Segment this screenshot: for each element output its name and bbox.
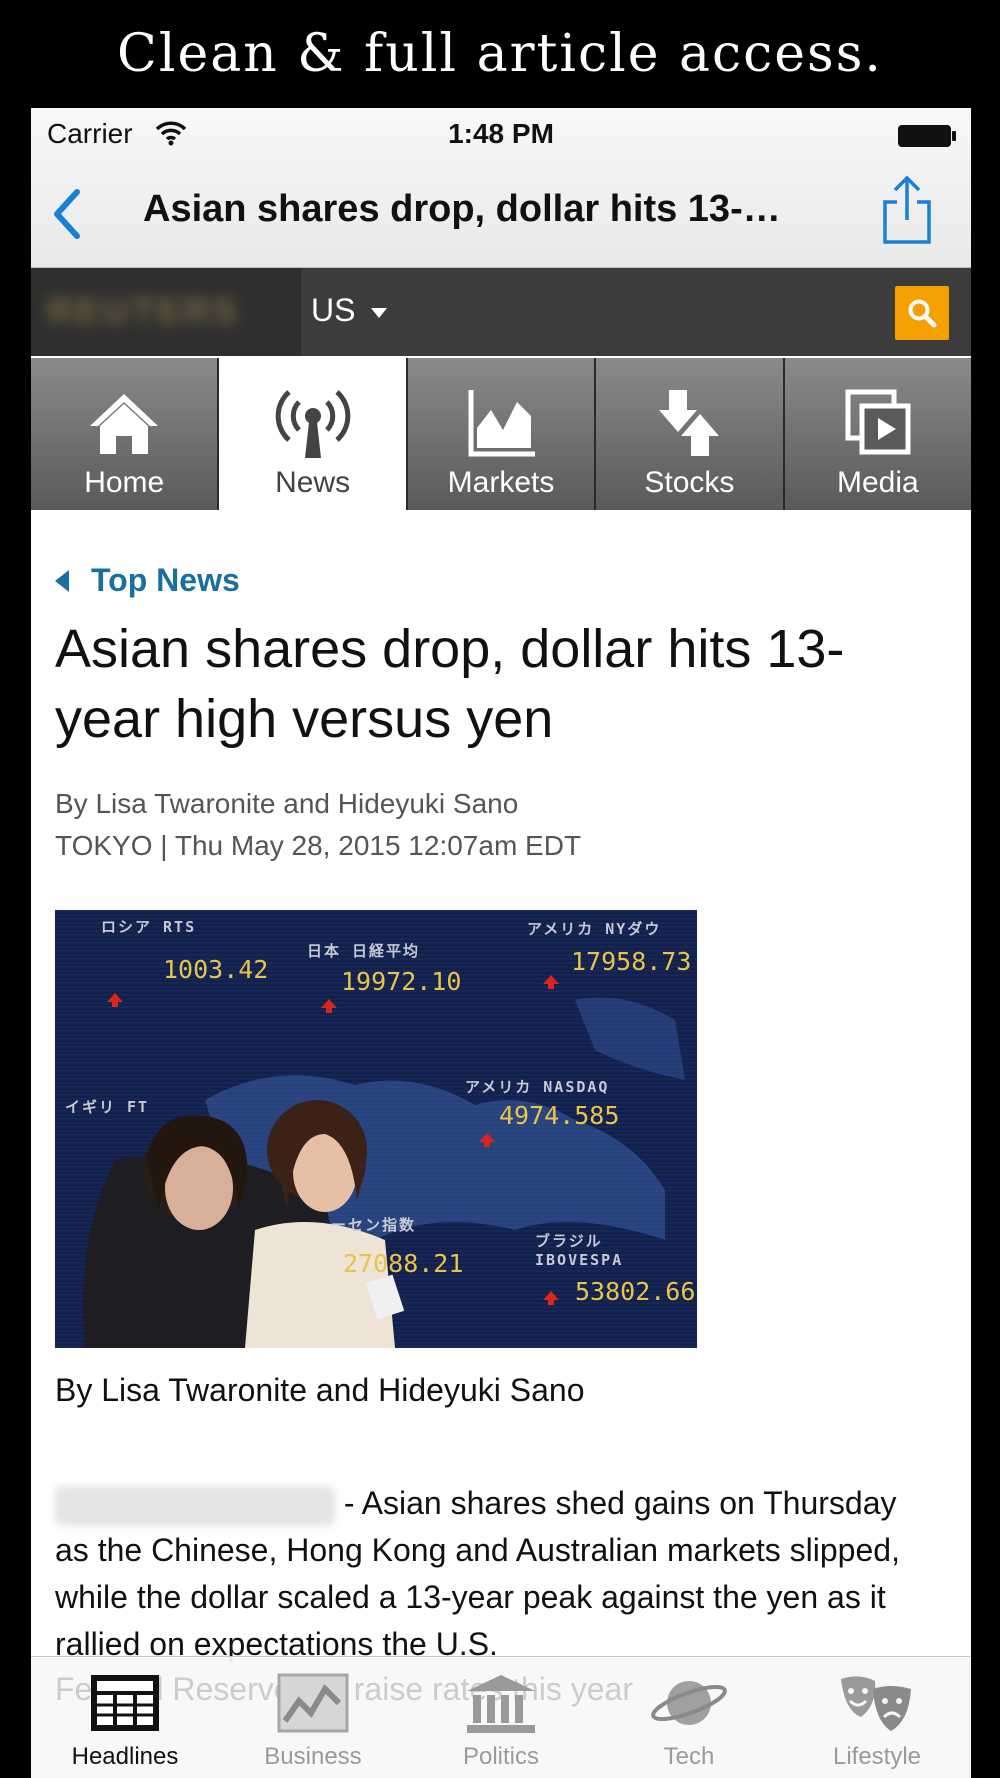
newspaper-icon <box>91 1675 159 1731</box>
board-cell-nydow: アメリカ NYダウ 17958.73 <box>527 918 691 976</box>
board-label: ブラジル IBOVESPA <box>535 1232 624 1269</box>
tabbar-label: Lifestyle <box>832 1743 922 1770</box>
tabbar-headlines[interactable]: Headlines <box>31 1657 219 1778</box>
board-cell-ftse: イギリ FT <box>65 1096 149 1117</box>
caret-left-icon <box>55 570 69 592</box>
tab-label: News <box>275 466 351 499</box>
tab-label: Markets <box>447 466 555 499</box>
arrows-icon <box>659 390 720 456</box>
up-arrow-icon <box>107 993 123 1007</box>
tab-media[interactable]: Media <box>784 358 971 510</box>
reuters-logo[interactable]: REUTERS <box>31 268 301 356</box>
tabbar-business[interactable]: Business <box>219 1657 407 1778</box>
edition-selector[interactable]: US <box>311 292 355 329</box>
board-label: アメリカ NYダウ <box>527 920 662 938</box>
blurred-dateline <box>55 1485 335 1526</box>
board-value: 53802.66 <box>575 1277 696 1306</box>
tab-news[interactable]: News <box>219 358 406 510</box>
board-label: イギリ FT <box>65 1098 150 1116</box>
share-button[interactable] <box>879 174 935 246</box>
board-label: アメリカ NASDAQ <box>465 1078 610 1096</box>
board-value: 1003.42 <box>163 955 269 984</box>
board-cell-hangseng: ーセン指数 27088.21 <box>331 1214 463 1278</box>
article-byline: By Lisa Twaronite and Hideyuki Sano <box>55 788 519 819</box>
media-icon <box>845 389 911 455</box>
article-photo: ロシア RTS 1003.42 日本 日経平均 19972.10 アメリカ NY… <box>55 910 697 1348</box>
up-arrow-icon <box>321 999 337 1013</box>
theater-masks-icon <box>841 1676 911 1731</box>
bottom-tab-bar: Federal Reserve will raise rates this ye… <box>31 1656 971 1778</box>
up-arrow-icon <box>543 1291 559 1305</box>
clock: 1:48 PM <box>448 118 554 149</box>
search-button[interactable] <box>895 286 949 340</box>
tab-home[interactable]: Home <box>31 358 218 510</box>
board-label: 日本 日経平均 <box>307 942 421 960</box>
article-content: Top News Asian shares drop, dollar hits … <box>31 510 971 1662</box>
promo-caption: Clean & full article access. <box>117 24 883 84</box>
tabbar-label: Business <box>264 1743 362 1770</box>
section-link[interactable]: Top News <box>91 562 240 599</box>
tabbar-lifestyle[interactable]: Lifestyle <box>783 1657 971 1778</box>
chart-icon <box>468 390 536 457</box>
board-cell-nasdaq: アメリカ NASDAQ 4974.585 <box>465 1076 619 1130</box>
search-icon <box>908 299 937 328</box>
caret-down-icon[interactable] <box>371 308 387 318</box>
back-button[interactable] <box>47 186 87 242</box>
tab-stocks[interactable]: Stocks <box>596 358 783 510</box>
board-label: ロシア RTS <box>101 918 197 936</box>
up-arrow-icon <box>543 975 559 989</box>
capitol-icon <box>467 1675 535 1733</box>
logo-text: REUTERS <box>47 290 241 331</box>
tab-label: Home <box>84 466 165 499</box>
tab-label: Stocks <box>644 466 735 499</box>
board-cell-bovespa: ブラジル IBOVESPA 53802.66 <box>535 1230 697 1306</box>
tabbar-label: Tech <box>663 1743 715 1770</box>
board-value: 17958.73 <box>571 947 692 976</box>
article-dateline: TOKYO | Thu May 28, 2015 12:07am EDT <box>55 830 582 861</box>
tab-label: Media <box>836 466 919 499</box>
section-tabs: Home News Markets Stocks Media <box>31 358 971 510</box>
article-headline: Asian shares drop, dollar hits 13-year h… <box>55 619 845 749</box>
page-title: Asian shares drop, dollar hits 13-… <box>143 188 781 230</box>
tab-markets[interactable]: Markets <box>407 358 595 510</box>
tabbar-politics[interactable]: Politics <box>407 1657 595 1778</box>
board-value: 19972.10 <box>341 967 462 996</box>
broadcast-icon <box>275 390 350 458</box>
board-label: ーセン指数 <box>331 1216 417 1234</box>
battery-icon <box>898 125 956 147</box>
home-icon <box>90 394 159 454</box>
tabbar-label: Politics <box>462 1743 540 1770</box>
tabbar-label: Headlines <box>71 1743 179 1770</box>
business-chart-icon <box>277 1673 349 1733</box>
phone-screen: Carrier 1:48 PM Asian shares drop, dolla… <box>31 108 971 1778</box>
board-cell-rts: ロシア RTS 1003.42 <box>101 916 268 984</box>
tabbar-tech[interactable]: Tech <box>595 1657 783 1778</box>
board-value: 4974.585 <box>499 1101 620 1130</box>
planet-icon <box>651 1681 727 1725</box>
navigation-bar: Carrier 1:48 PM Asian shares drop, dolla… <box>31 108 971 268</box>
photo-caption: By Lisa Twaronite and Hideyuki Sano <box>55 1372 585 1408</box>
status-bar: Carrier 1:48 PM <box>31 108 971 160</box>
site-header: REUTERS US <box>31 268 971 356</box>
board-value: 27088.21 <box>343 1249 464 1278</box>
article-body: - Asian shares shed gains on Thursday as… <box>55 1480 935 1668</box>
up-arrow-icon <box>479 1133 495 1147</box>
board-cell-nikkei: 日本 日経平均 19972.10 <box>307 940 461 996</box>
